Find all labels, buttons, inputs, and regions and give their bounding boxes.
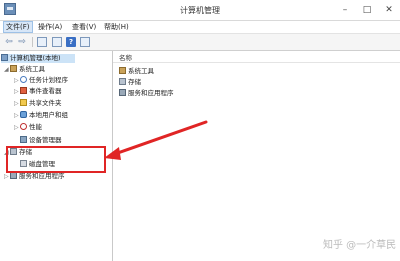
annotation-arrow-icon (104, 120, 208, 160)
watermark: 知乎 @一介草民 (323, 240, 397, 251)
